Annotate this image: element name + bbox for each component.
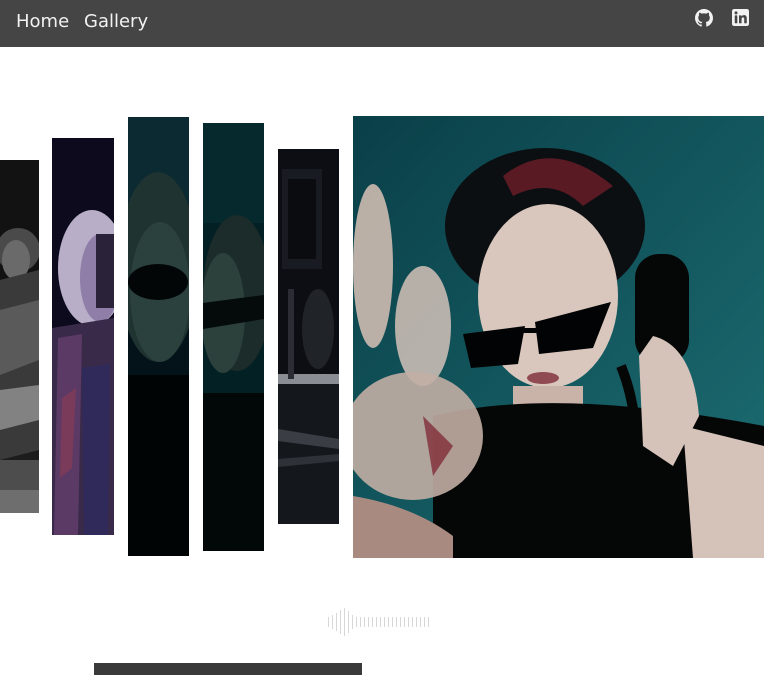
waveform-bar: [376, 617, 377, 627]
waveform-bar: [396, 617, 397, 627]
waveform-bar: [424, 617, 425, 627]
linkedin-icon[interactable]: [732, 9, 750, 27]
featured-photo-telephone[interactable]: [353, 116, 764, 558]
waveform-indicator: [328, 608, 434, 636]
waveform-bar: [408, 617, 409, 627]
nav-home-link[interactable]: Home: [16, 11, 69, 32]
waveform-bar: [344, 608, 345, 636]
waveform-bar: [380, 617, 381, 627]
progress-bar: [94, 663, 362, 675]
waveform-bar: [352, 615, 353, 629]
waveform-bar: [360, 617, 361, 627]
waveform-bar: [416, 617, 417, 627]
waveform-bar: [388, 617, 389, 627]
waveform-bar: [428, 617, 429, 627]
waveform-bar: [400, 617, 401, 627]
waveform-bar: [340, 610, 341, 634]
waveform-bar: [412, 617, 413, 627]
gallery-strip-sunglasses-profile[interactable]: [203, 123, 264, 551]
waveform-bar: [348, 611, 349, 633]
waveform-bar: [384, 617, 385, 627]
gallery-strip-silver-wig[interactable]: [52, 138, 114, 535]
gallery-strip-sunglasses-portrait[interactable]: [128, 117, 189, 556]
waveform-bar: [392, 617, 393, 627]
gallery-strip-studio-gear[interactable]: [278, 149, 339, 524]
waveform-bar: [356, 617, 357, 627]
waveform-bar: [368, 617, 369, 627]
gallery-strip-guitarist[interactable]: [0, 160, 39, 513]
top-nav-bar: Home Gallery: [0, 0, 764, 47]
waveform-bar: [332, 615, 333, 629]
waveform-bar: [404, 617, 405, 627]
waveform-bar: [420, 617, 421, 627]
waveform-bar: [364, 617, 365, 627]
waveform-bar: [328, 617, 329, 627]
waveform-bar: [372, 617, 373, 627]
github-icon[interactable]: [695, 9, 713, 27]
nav-gallery-link[interactable]: Gallery: [84, 11, 148, 32]
waveform-bar: [336, 613, 337, 631]
